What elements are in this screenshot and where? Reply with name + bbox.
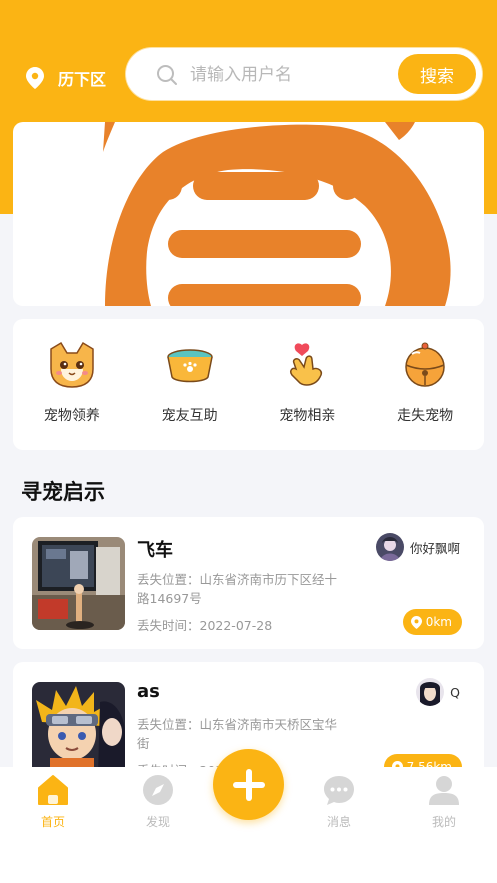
location-selector[interactable]: 历下区: [26, 66, 106, 90]
quick-label-matchmaking: 宠物相亲: [279, 408, 336, 424]
quick-item-matchmaking[interactable]: 宠物相亲: [252, 339, 362, 425]
banner-logo-image: [103, 122, 451, 306]
post-user[interactable]: Q: [416, 678, 460, 706]
search-box: 搜索: [126, 48, 482, 100]
distance-value: 0km: [425, 615, 452, 629]
tab-profile[interactable]: 我的: [414, 773, 474, 830]
search-input[interactable]: [190, 60, 390, 90]
lost-time: 丢失时间：2022-07-28: [137, 618, 273, 633]
home-icon: [38, 775, 68, 805]
plus-icon: [232, 768, 265, 801]
finger-heart-icon: [290, 343, 323, 386]
distance-badge: 0km: [402, 609, 462, 635]
quick-label-mutual-help: 宠友互助: [161, 408, 218, 424]
avatar: [416, 678, 445, 706]
user-name: 你好飘啊: [409, 540, 460, 556]
post-thumbnail: [32, 682, 125, 775]
tab-label-profile: 我的: [431, 815, 456, 829]
pet-name: 飞车: [137, 540, 173, 561]
tab-messages[interactable]: 消息: [309, 773, 369, 830]
bell-icon: [405, 342, 445, 387]
post-thumbnail: [32, 537, 125, 630]
location-pin-icon: [26, 67, 44, 89]
top-bar: 历下区 搜索: [0, 46, 497, 102]
quick-item-lost-pets[interactable]: 走失宠物: [370, 339, 480, 425]
quick-item-adoption[interactable]: 宠物领养: [17, 339, 127, 425]
lost-address: 丢失位置：山东省济南市历下区经十路14697号: [137, 572, 338, 606]
post-card[interactable]: 飞车 丢失位置：山东省济南市历下区经十路14697号 丢失时间：2022-07-…: [13, 517, 484, 649]
chat-bubble-icon: [324, 776, 354, 805]
location-pin-icon: [410, 615, 422, 629]
add-post-button[interactable]: [213, 749, 284, 820]
tab-discover[interactable]: 发现: [128, 773, 188, 830]
quick-menu: 宠物领养 宠友互助 宠物相亲 走失宠物: [13, 319, 484, 450]
search-button[interactable]: 搜索: [398, 54, 476, 94]
user-icon: [429, 776, 459, 805]
banner[interactable]: [13, 122, 484, 306]
compass-icon: [143, 775, 173, 805]
pet-name: as: [137, 681, 160, 702]
tab-label-discover: 发现: [145, 815, 170, 829]
user-name: Q: [450, 684, 460, 700]
quick-label-adoption: 宠物领养: [43, 408, 100, 424]
tab-label-messages: 消息: [326, 815, 351, 829]
quick-label-lost-pets: 走失宠物: [397, 408, 454, 424]
pet-bowl-icon: [166, 349, 213, 383]
cat-face-icon: [50, 341, 94, 388]
location-label: 历下区: [58, 70, 107, 89]
section-title: 寻宠启示: [21, 480, 105, 504]
search-icon: [157, 65, 177, 85]
quick-item-mutual-help[interactable]: 宠友互助: [135, 339, 245, 425]
tab-home[interactable]: 首页: [23, 773, 83, 830]
lost-address: 丢失位置：山东省济南市天桥区宝华街: [137, 717, 338, 751]
avatar: [375, 533, 404, 561]
post-user[interactable]: 你好飘啊: [375, 533, 460, 561]
tab-label-home: 首页: [40, 815, 65, 829]
